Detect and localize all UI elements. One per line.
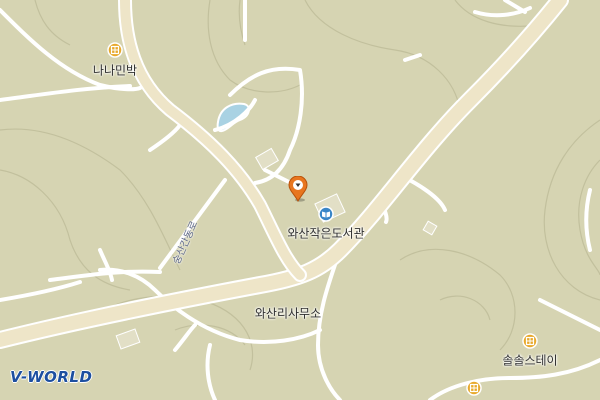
poi-label-stay[interactable]: 솔솔스테이 bbox=[502, 352, 557, 369]
lodging-icon[interactable] bbox=[466, 380, 482, 396]
poi-label-nanaminbak[interactable]: 나나민박 bbox=[93, 62, 137, 79]
map-viewport[interactable]: 나나민박 와산작은도서관 와산리사무소 솔솔스테이 숭산간동로 V-WORLD bbox=[0, 0, 600, 400]
location-pin-icon[interactable] bbox=[288, 176, 308, 202]
vworld-logo: V-WORLD bbox=[10, 368, 93, 386]
library-icon[interactable] bbox=[318, 206, 334, 222]
lodging-icon[interactable] bbox=[522, 333, 538, 349]
lodging-icon[interactable] bbox=[107, 42, 123, 58]
poi-label-office[interactable]: 와산리사무소 bbox=[255, 305, 321, 322]
poi-label-library[interactable]: 와산작은도서관 bbox=[287, 225, 364, 242]
